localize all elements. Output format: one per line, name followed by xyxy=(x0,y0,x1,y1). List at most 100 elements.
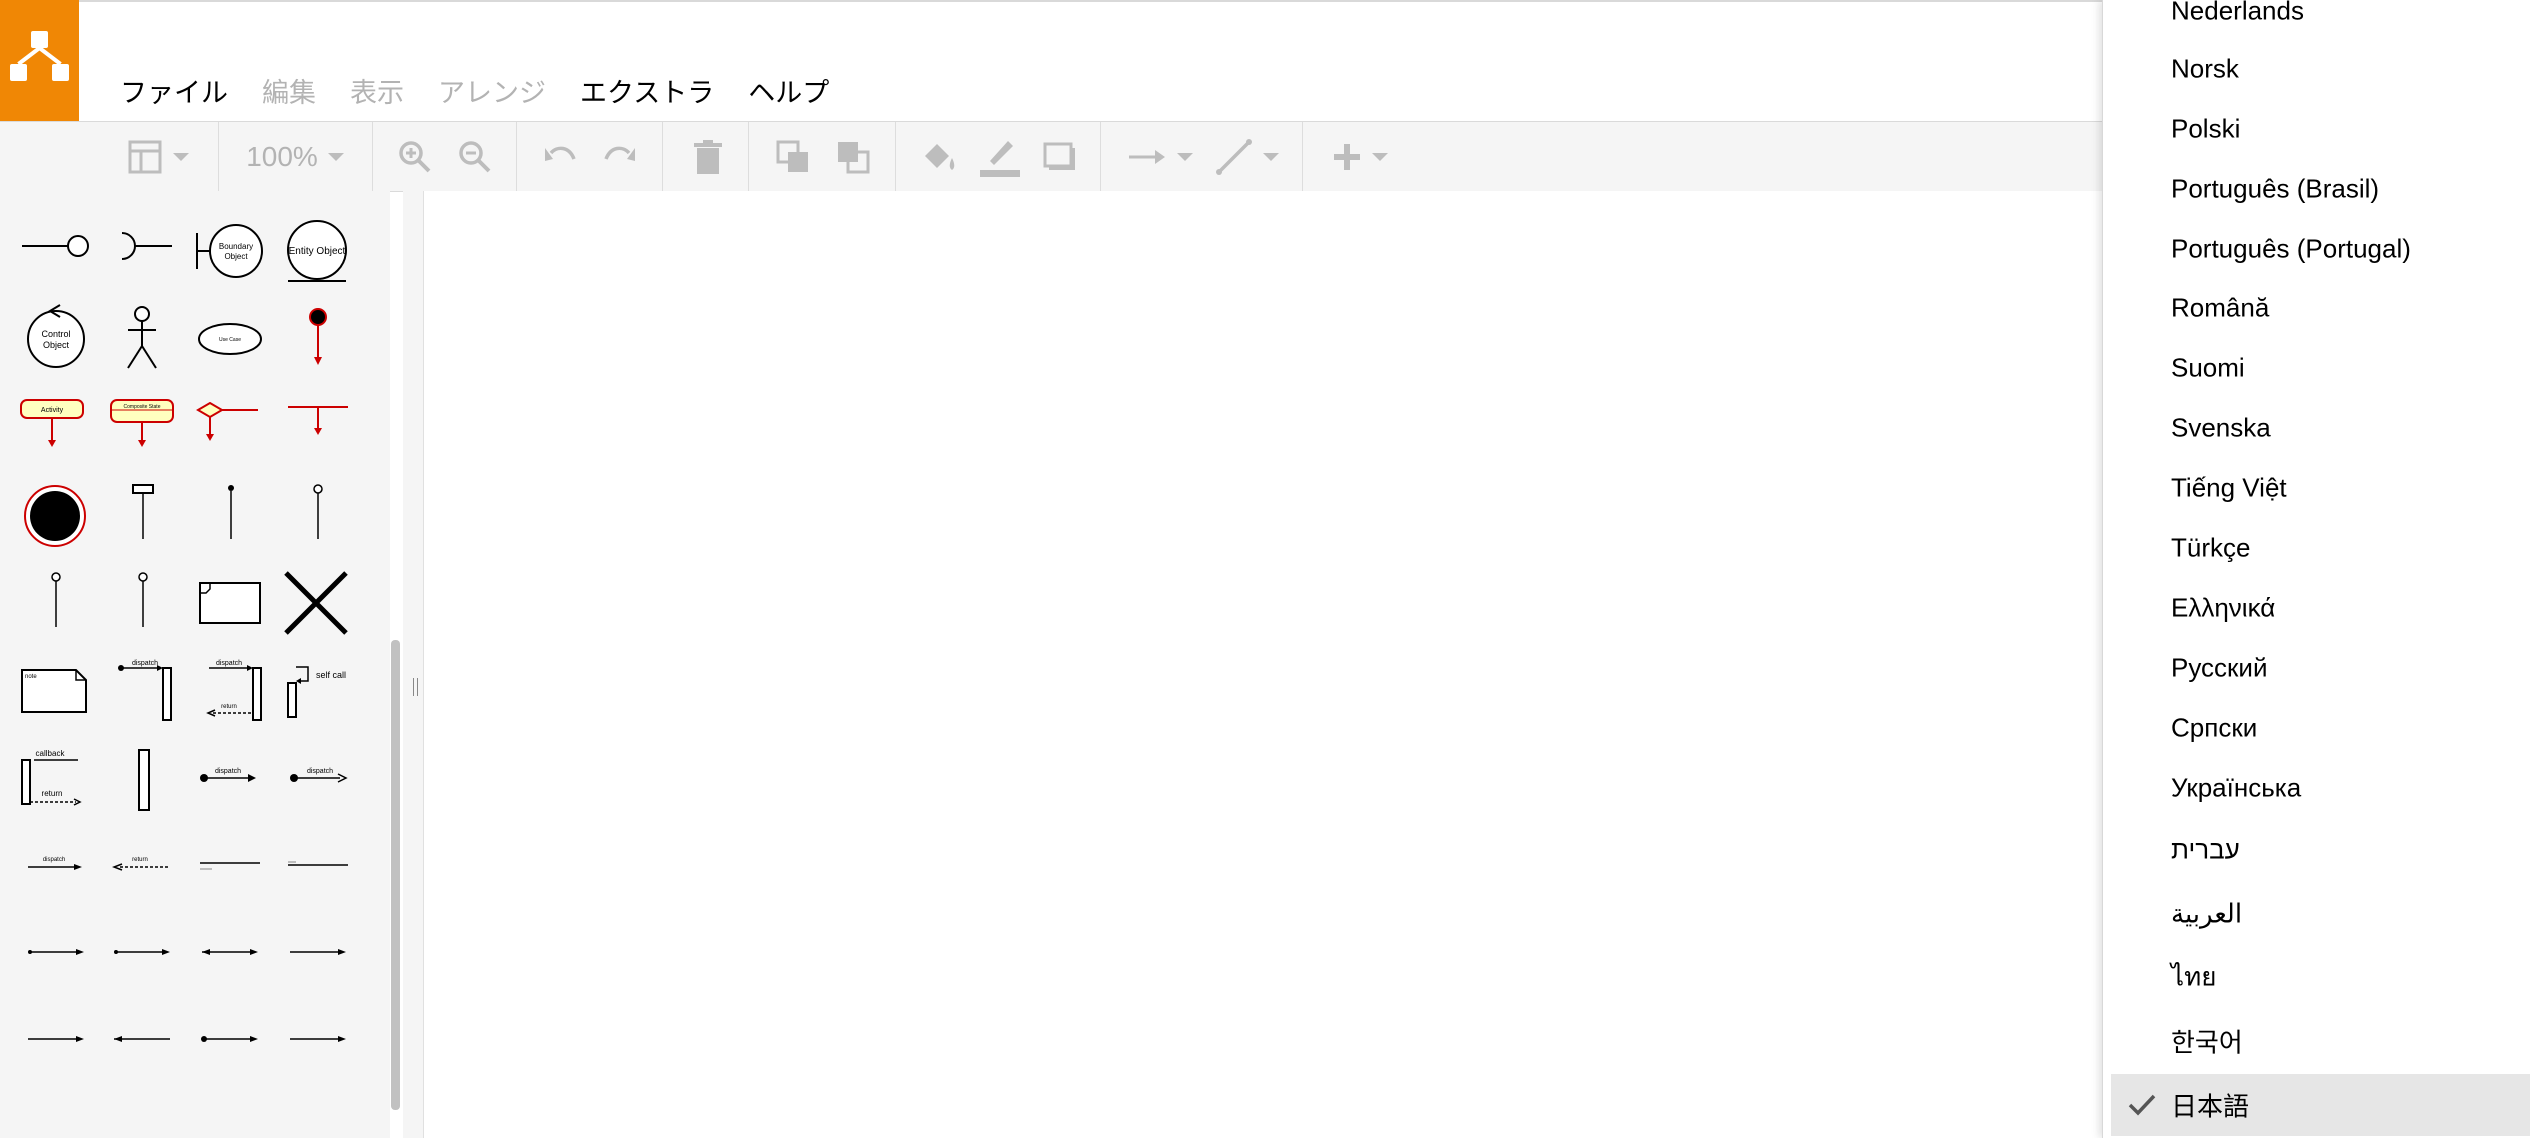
lifeline-open-shape[interactable] xyxy=(310,483,326,539)
destroy-shape[interactable] xyxy=(284,571,348,635)
language-label: Nederlands xyxy=(2171,0,2304,26)
delete-button[interactable] xyxy=(688,122,728,191)
return-label-2: return xyxy=(132,857,148,863)
self-call-shape[interactable]: self call xyxy=(284,663,352,719)
menu-edit[interactable]: 編集 xyxy=(262,71,316,110)
boundary-object-shape[interactable]: Boundary Object xyxy=(194,223,266,279)
frame-shape[interactable] xyxy=(198,581,262,625)
zoom-out-icon xyxy=(459,140,491,172)
fork-shape[interactable] xyxy=(286,404,350,436)
zoom-dropdown[interactable]: 100% xyxy=(230,122,360,191)
language-item-svenska[interactable]: Svenska xyxy=(2103,399,2530,457)
actor-shape[interactable] xyxy=(122,306,162,370)
language-item-romana[interactable]: Română xyxy=(2103,279,2530,337)
decision-shape[interactable] xyxy=(196,402,260,442)
zoom-in-button[interactable] xyxy=(395,122,435,191)
lifeline-circle-shape[interactable] xyxy=(48,571,64,627)
diagram-canvas[interactable] xyxy=(424,191,2102,1138)
connection-button[interactable] xyxy=(1125,122,1195,191)
toolbar: 100% xyxy=(0,121,2102,192)
lollipop-interface-shape[interactable] xyxy=(20,231,90,261)
control-object-shape[interactable]: Control Object xyxy=(24,303,88,369)
zoom-out-button[interactable] xyxy=(455,122,495,191)
callback-shape[interactable]: callback return xyxy=(20,748,84,812)
language-item-portugues-portugal[interactable]: Português (Portugal) xyxy=(2103,220,2530,278)
activation-shape[interactable] xyxy=(136,748,152,812)
initial-state-shape[interactable] xyxy=(306,307,330,367)
association-2-shape[interactable] xyxy=(112,945,172,959)
message-line-2-shape[interactable] xyxy=(286,857,350,873)
language-item-suomi[interactable]: Suomi xyxy=(2103,339,2530,397)
lifeline-circle-2-shape[interactable] xyxy=(135,571,151,627)
activity-shape[interactable]: Activity xyxy=(18,398,88,448)
shadow-button[interactable] xyxy=(1040,122,1080,191)
dispatch-call-shape[interactable]: dispatch xyxy=(115,658,175,722)
app-logo[interactable] xyxy=(0,0,79,121)
to-front-icon xyxy=(776,140,808,172)
redo-button[interactable] xyxy=(600,122,640,191)
language-label: Português (Brasil) xyxy=(2171,173,2380,204)
language-item-russkiy[interactable]: Русский xyxy=(2103,639,2530,697)
labeled-edge-shape[interactable] xyxy=(288,945,348,959)
callback-return-label: return xyxy=(42,789,63,798)
language-item-thai[interactable]: ไทย xyxy=(2103,948,2530,1006)
language-label: Українська xyxy=(2171,772,2302,803)
fill-color-button[interactable] xyxy=(918,122,962,191)
edge-shape[interactable] xyxy=(26,1032,86,1046)
dot-edge-shape[interactable] xyxy=(200,1032,260,1046)
language-item-srpski[interactable]: Српски xyxy=(2103,699,2530,757)
plain-edge-shape[interactable] xyxy=(288,1032,348,1046)
language-label: Polski xyxy=(2171,113,2241,144)
bidirectional-shape[interactable] xyxy=(200,945,260,959)
dispatch-return-shape[interactable]: dispatch return xyxy=(205,658,265,722)
undo-button[interactable] xyxy=(540,122,580,191)
lifeline-dot-shape[interactable] xyxy=(224,483,238,539)
return-message-shape[interactable]: return xyxy=(112,855,170,875)
dispatch-label-4: dispatch xyxy=(307,768,333,775)
layout-icon xyxy=(128,140,162,173)
line-color-button[interactable] xyxy=(978,122,1022,191)
splitter-grip-icon[interactable] xyxy=(413,678,418,696)
waypoints-button[interactable] xyxy=(1212,122,1282,191)
waypoints-icon xyxy=(1216,138,1252,175)
menu-extras[interactable]: エクストラ xyxy=(580,71,714,110)
message-line-shape[interactable] xyxy=(198,857,262,873)
to-front-button[interactable] xyxy=(773,122,813,191)
entity-object-shape[interactable]: Entity Object xyxy=(282,219,352,285)
insert-button[interactable] xyxy=(1325,122,1395,191)
lifeline-box-shape[interactable] xyxy=(130,483,156,539)
to-back-button[interactable] xyxy=(833,122,873,191)
language-item-korean[interactable]: 한국어 xyxy=(2103,1012,2530,1070)
menu-help[interactable]: ヘルプ xyxy=(748,71,829,110)
language-item-arabic[interactable]: العربية xyxy=(2103,885,2530,943)
language-item-tieng-viet[interactable]: Tiếng Việt xyxy=(2103,459,2530,517)
language-item-norsk[interactable]: Norsk xyxy=(2103,40,2530,98)
layout-button[interactable] xyxy=(118,122,198,191)
language-item-turkce[interactable]: Türkçe xyxy=(2103,519,2530,577)
sidebar-splitter[interactable] xyxy=(403,191,424,1138)
final-state-shape[interactable] xyxy=(22,483,88,549)
dispatch-label-5: dispatch xyxy=(43,857,65,863)
language-item-ivrit[interactable]: עברית xyxy=(2103,821,2530,879)
language-item-nederlands[interactable]: Nederlands xyxy=(2103,0,2530,40)
language-item-polski[interactable]: Polski xyxy=(2103,100,2530,158)
note-shape[interactable]: note xyxy=(20,668,88,714)
language-item-ellinika[interactable]: Ελληνικά xyxy=(2103,579,2530,637)
language-item-portugues-brasil[interactable]: Português (Brasil) xyxy=(2103,160,2530,218)
sync-message-shape[interactable]: dispatch xyxy=(26,855,84,875)
menu-arrange[interactable]: アレンジ xyxy=(438,71,546,110)
use-case-shape[interactable]: Use Case xyxy=(197,321,263,357)
dispatch-message-shape[interactable]: dispatch xyxy=(198,766,258,790)
sidebar-scrollbar[interactable] xyxy=(391,640,400,1110)
chevron-down-icon xyxy=(1263,152,1279,161)
reverse-edge-shape[interactable] xyxy=(112,1032,172,1046)
menu-view[interactable]: 表示 xyxy=(350,71,404,110)
menu-file[interactable]: ファイル xyxy=(120,71,228,110)
association-shape[interactable] xyxy=(26,945,86,959)
required-interface-shape[interactable] xyxy=(118,231,174,261)
composite-state-shape[interactable]: Composite State xyxy=(108,398,178,448)
language-item-ukrainska[interactable]: Українська xyxy=(2103,759,2530,817)
zoom-in-icon xyxy=(399,140,431,172)
dispatch-found-shape[interactable]: dispatch xyxy=(288,766,348,790)
language-item-japanese[interactable]: 日本語 xyxy=(2111,1074,2530,1136)
